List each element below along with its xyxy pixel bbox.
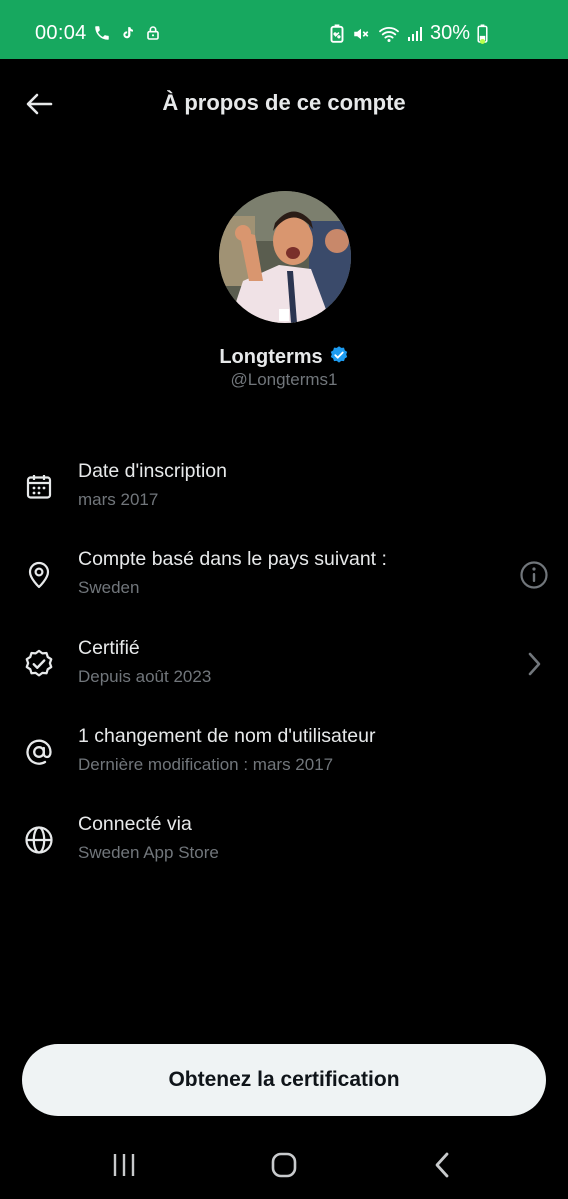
status-right-icons: 30% [330,22,488,45]
info-subtitle: Dernière modification : mars 2017 [78,755,334,774]
status-bar: 00:04 30% [0,0,568,59]
display-name: Longterms [219,346,323,368]
info-item-username-changes: 1 changement de nom d'utilisateur Derniè… [0,723,568,803]
header: À propos de ce compte [0,59,568,149]
globe-icon [23,824,55,856]
info-title: Compte basé dans le pays suivant : [78,548,387,570]
page-title: À propos de ce compte [162,90,406,115]
phone-icon [93,24,111,42]
info-subtitle: Sweden App Store [78,843,219,862]
status-time: 00:04 [35,22,87,44]
info-icon[interactable] [518,559,550,591]
verified-badge-icon [329,345,349,370]
recent-apps-icon[interactable] [104,1150,144,1180]
info-item-country: Compte basé dans le pays suivant : Swede… [0,546,568,626]
system-nav-bar [0,1130,568,1199]
info-item-verified[interactable]: Certifié Depuis août 2023 [0,635,568,715]
avatar-image [219,191,351,323]
info-item-connected-via: Connecté via Sweden App Store [0,811,568,891]
verified-badge-icon [23,648,55,680]
home-icon[interactable] [264,1150,304,1180]
signal-icon [407,26,423,42]
nav-back-icon[interactable] [422,1150,462,1180]
info-subtitle: Sweden [78,578,140,597]
info-subtitle: mars 2017 [78,490,159,509]
mute-icon [351,25,371,43]
battery-saver-icon [330,24,344,43]
calendar-icon [23,471,55,503]
tiktok-icon [121,25,135,41]
info-title: 1 changement de nom d'utilisateur [78,725,376,747]
status-left-icons [93,24,161,42]
avatar[interactable] [219,191,351,323]
lock-icon [145,24,161,42]
get-verified-button[interactable]: Obtenez la certification [22,1044,546,1116]
info-title: Connecté via [78,813,192,835]
info-item-join-date: Date d'inscription mars 2017 [0,458,568,538]
display-name-row: Longterms [0,345,568,370]
battery-percentage: 30% [429,22,470,44]
info-subtitle: Depuis août 2023 [78,667,212,686]
info-title: Certifié [78,637,140,659]
handle: @Longterms1 [230,370,338,389]
info-title: Date d'inscription [78,460,227,482]
at-sign-icon [23,736,55,768]
chevron-right-icon[interactable] [518,648,550,680]
status-indicator-dot [480,39,485,44]
wifi-icon [378,25,400,43]
location-pin-icon [23,559,55,591]
